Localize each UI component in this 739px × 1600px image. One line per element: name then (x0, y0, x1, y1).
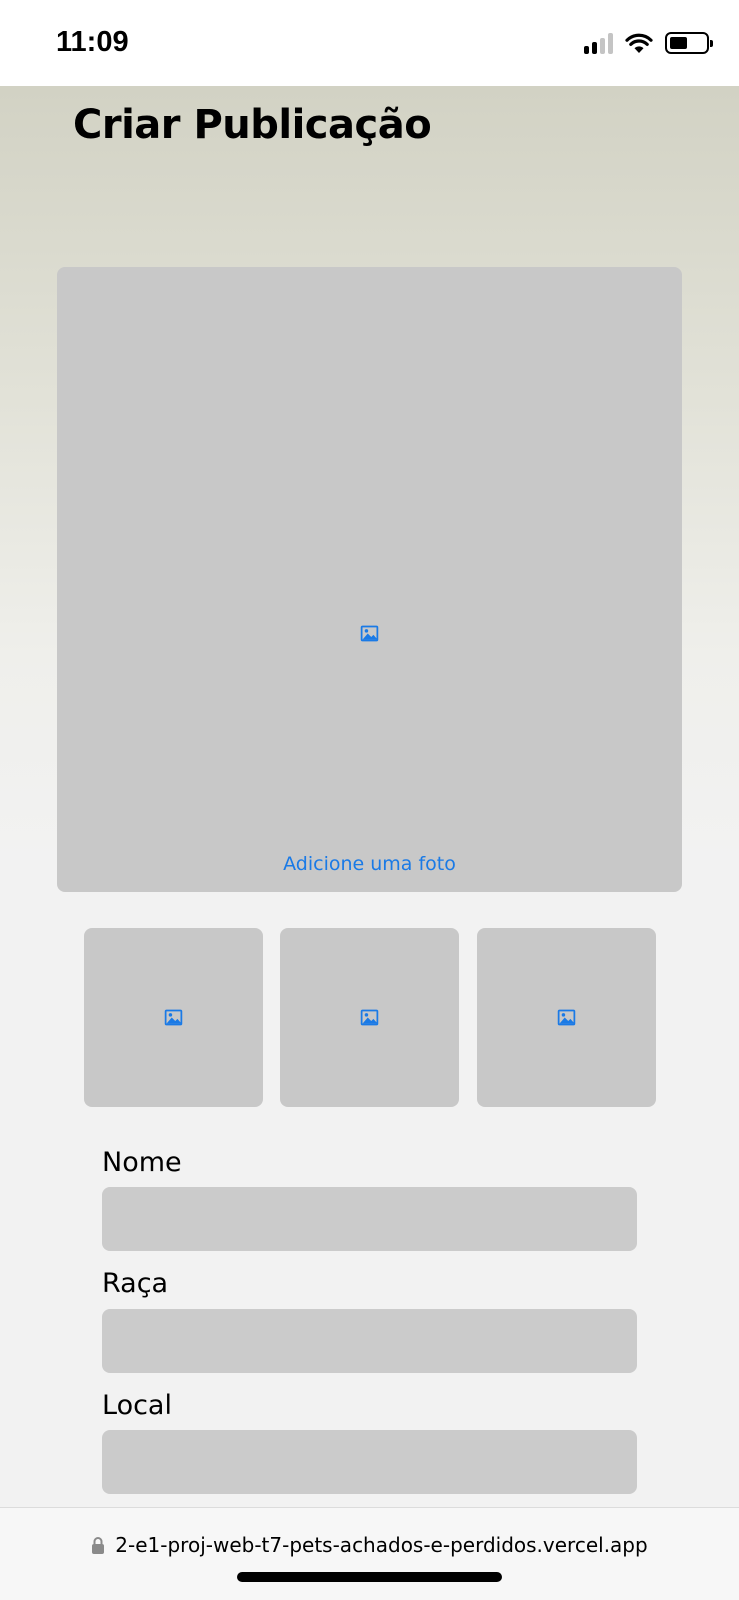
cellular-signal-icon (584, 32, 613, 54)
battery-level (670, 37, 687, 49)
photo-thumbnail-3[interactable] (477, 928, 656, 1107)
image-icon (557, 1009, 576, 1026)
home-indicator[interactable] (237, 1572, 502, 1582)
page-title: Criar Publicação (73, 102, 432, 148)
url-text[interactable]: 2-e1-proj-web-t7-pets-achados-e-perdidos… (115, 1533, 647, 1557)
image-icon (164, 1009, 183, 1026)
breed-input[interactable] (102, 1309, 637, 1373)
status-bar: 11:09 (0, 0, 739, 86)
status-time: 11:09 (56, 26, 129, 58)
location-input[interactable] (102, 1430, 637, 1494)
photo-thumbnail-1[interactable] (84, 928, 263, 1107)
add-photo-label: Adicione uma foto (283, 853, 456, 875)
status-icons (584, 32, 713, 54)
location-label: Local (102, 1390, 172, 1421)
breed-label: Raça (102, 1268, 169, 1299)
image-icon (360, 625, 379, 642)
wifi-icon (625, 33, 653, 53)
image-icon (360, 1009, 379, 1026)
browser-address-bar[interactable]: 2-e1-proj-web-t7-pets-achados-e-perdidos… (0, 1507, 739, 1600)
lock-icon (92, 1537, 105, 1554)
create-post-page: Criar Publicação Adicione uma foto Nome … (0, 86, 739, 1507)
photo-thumbnail-2[interactable] (280, 928, 459, 1107)
main-photo-upload[interactable]: Adicione uma foto (57, 267, 682, 892)
url-row[interactable]: 2-e1-proj-web-t7-pets-achados-e-perdidos… (0, 1533, 739, 1557)
name-input[interactable] (102, 1187, 637, 1251)
name-label: Nome (102, 1147, 182, 1178)
battery-icon (665, 32, 713, 54)
